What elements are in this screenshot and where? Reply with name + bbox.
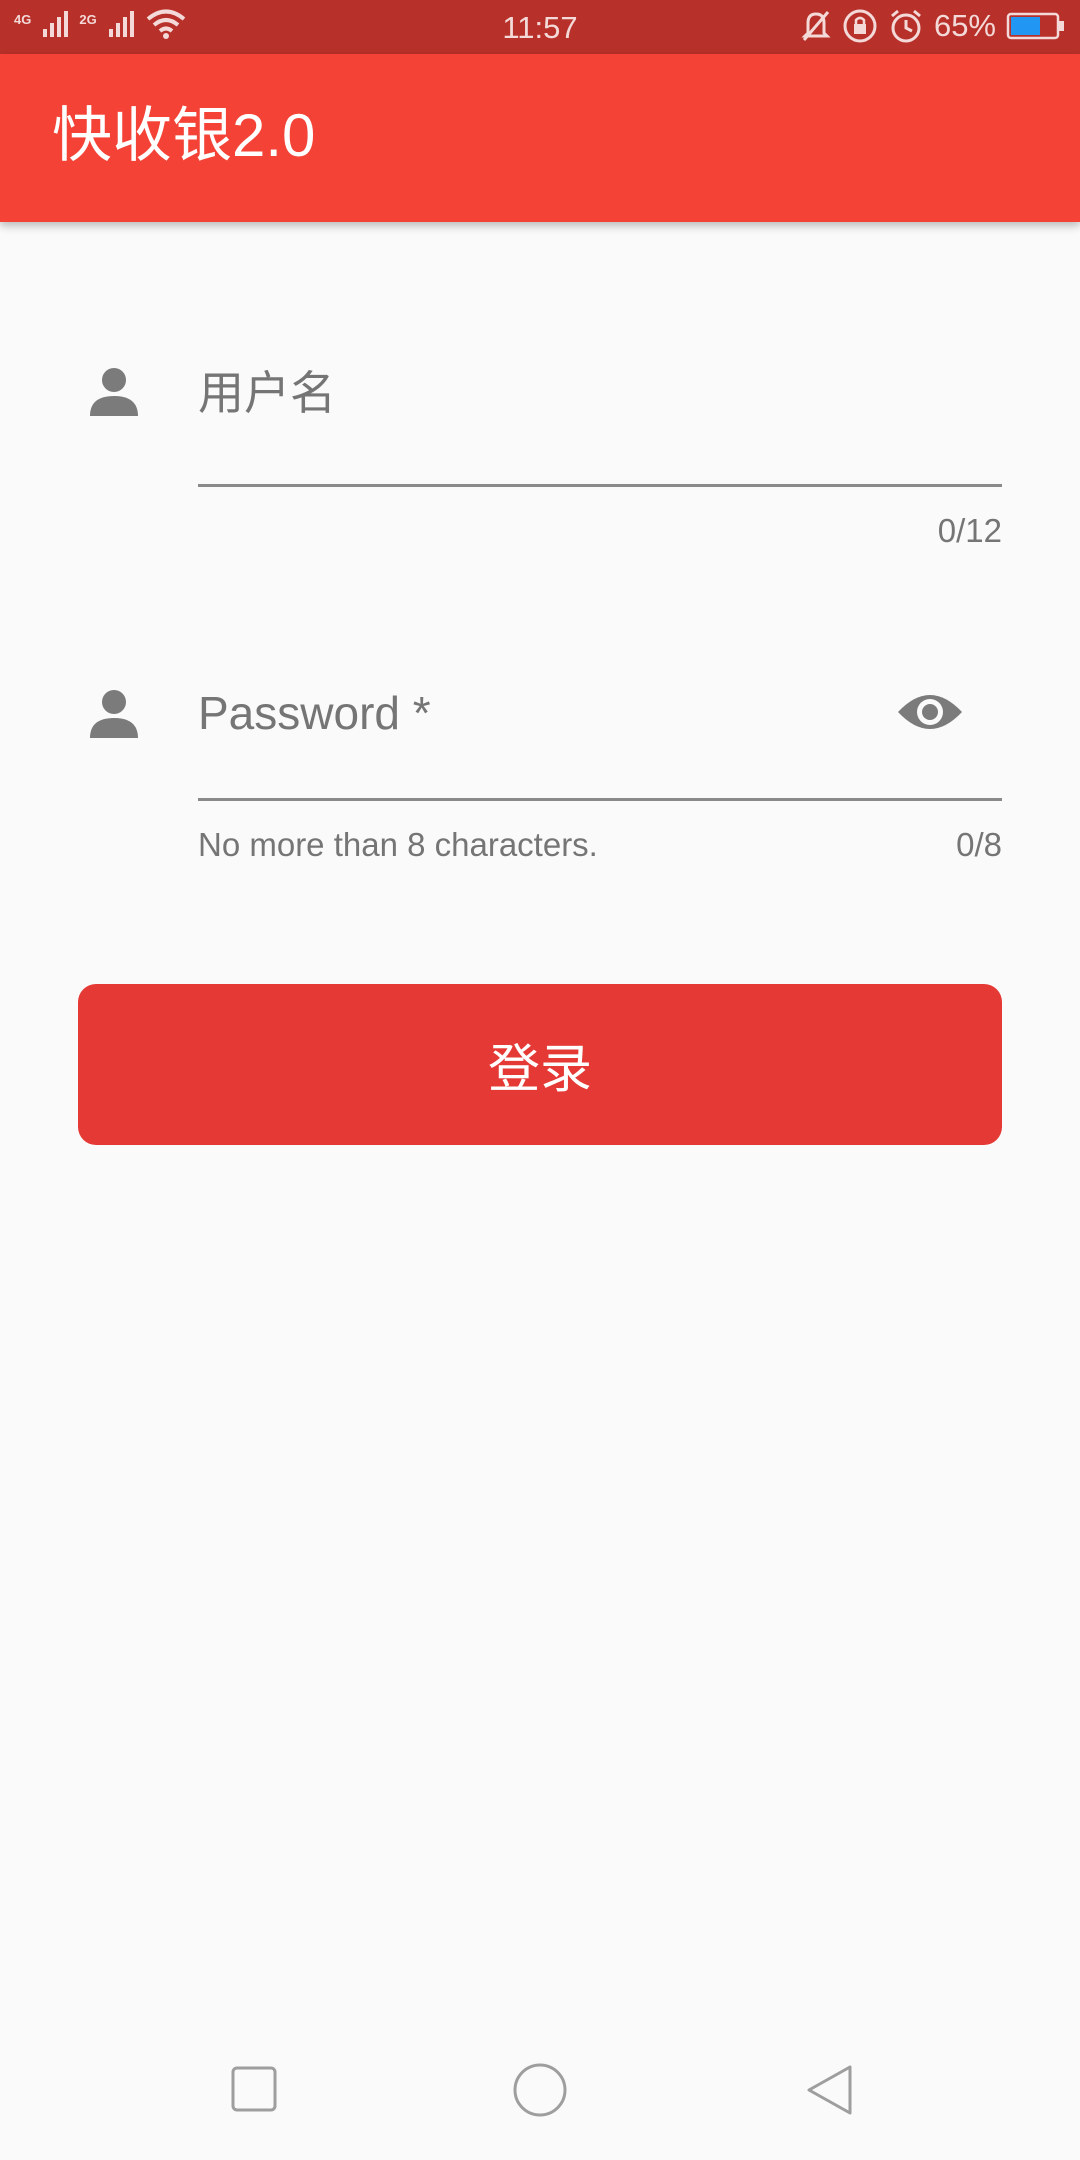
login-button[interactable]: 登录 xyxy=(78,984,1002,1145)
recents-icon[interactable] xyxy=(230,2065,280,2115)
password-helper-text: No more than 8 characters. xyxy=(198,826,598,863)
username-underline xyxy=(198,484,1002,487)
rotation-lock-icon xyxy=(843,9,877,43)
username-input[interactable]: 用户名 xyxy=(198,370,336,416)
status-right-group: 65% xyxy=(800,8,1066,44)
alarm-icon xyxy=(890,9,921,43)
app-title: 快收银2.0 xyxy=(52,102,316,169)
app-bar: 快收银2.0 xyxy=(0,54,1080,222)
username-counter: 0/12 xyxy=(937,512,1002,549)
mute-icon xyxy=(801,11,831,41)
password-counter: 0/8 xyxy=(956,826,1002,863)
password-input[interactable]: Password * xyxy=(198,690,431,736)
status-bar: 4G 2G 11:57 65% xyxy=(0,0,1080,54)
person-icon xyxy=(90,690,138,738)
battery-icon xyxy=(1006,12,1064,40)
eye-icon[interactable] xyxy=(896,688,964,736)
back-icon[interactable] xyxy=(804,2064,856,2116)
home-icon[interactable] xyxy=(512,2062,568,2118)
battery-percent: 65% xyxy=(933,8,996,43)
person-icon xyxy=(90,368,138,416)
navigation-bar xyxy=(0,2010,1080,2160)
password-underline xyxy=(198,798,1002,801)
